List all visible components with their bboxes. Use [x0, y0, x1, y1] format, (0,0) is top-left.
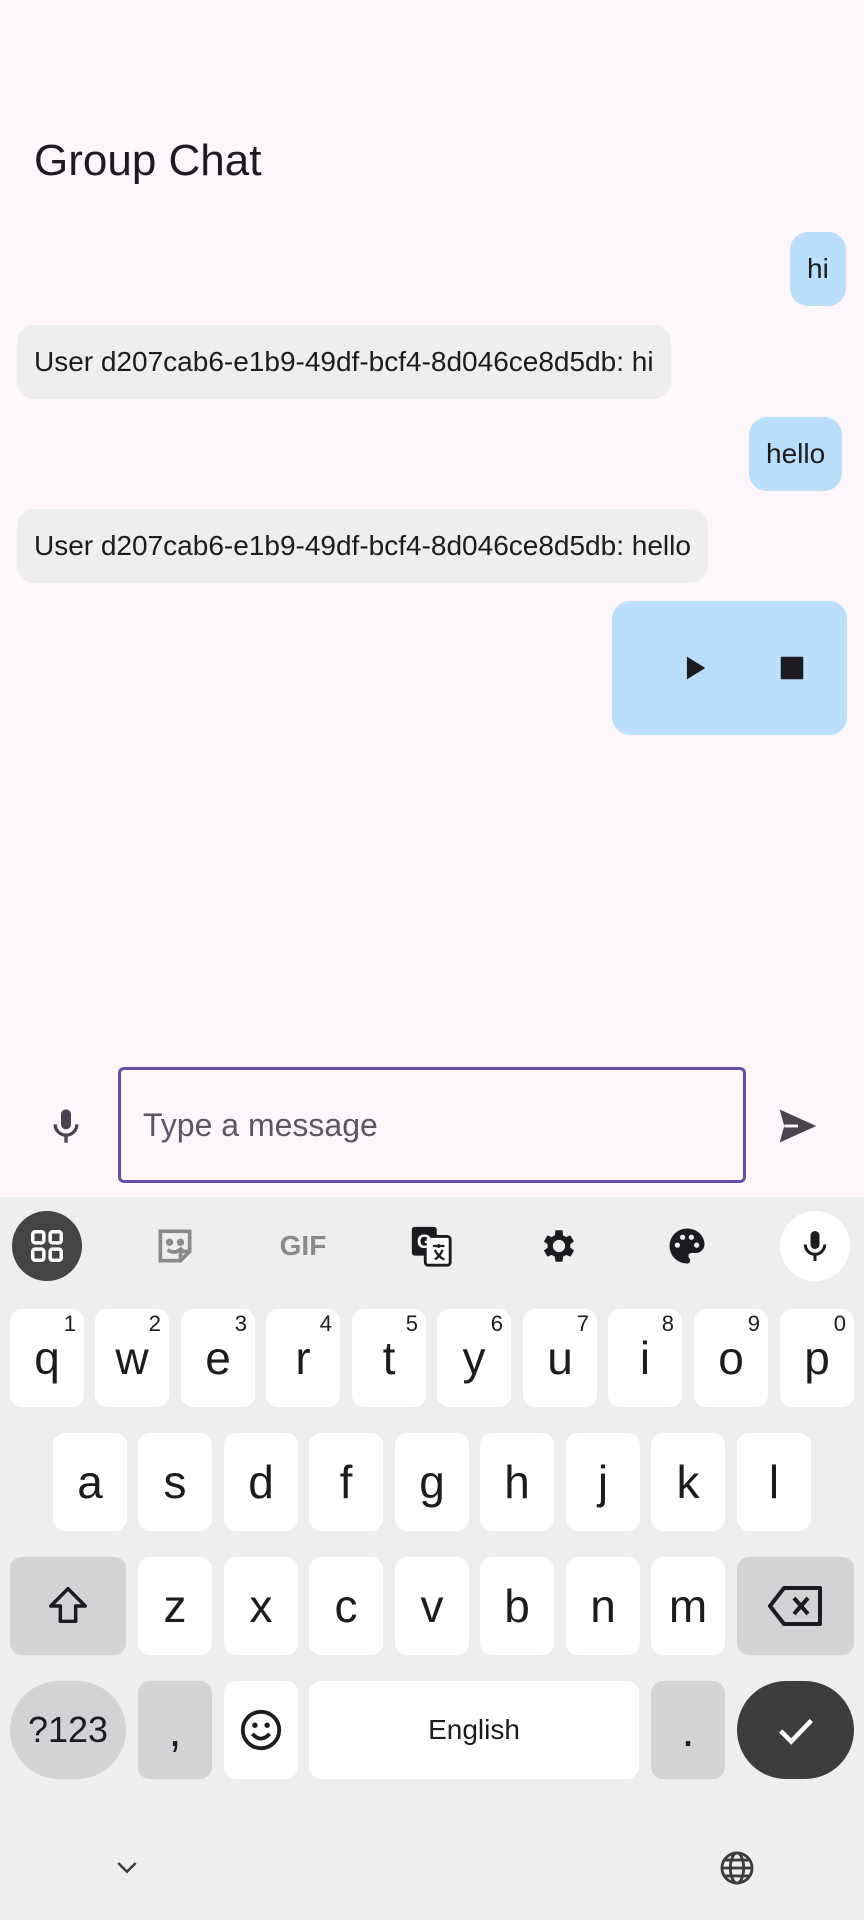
- apps-grid-icon: [31, 1230, 63, 1262]
- key-y[interactable]: y6: [437, 1309, 511, 1407]
- key-b[interactable]: b: [480, 1557, 554, 1655]
- page-title: Group Chat: [34, 136, 262, 185]
- key-t[interactable]: t5: [352, 1309, 426, 1407]
- message-bubble-incoming: User d207cab6-e1b9-49df-bcf4-8d046ce8d5d…: [17, 509, 708, 583]
- key-u[interactable]: u7: [523, 1309, 597, 1407]
- key-n[interactable]: n: [566, 1557, 640, 1655]
- key-m[interactable]: m: [651, 1557, 725, 1655]
- palette-icon: [669, 1228, 705, 1264]
- svg-text:G: G: [417, 1232, 432, 1253]
- hide-keyboard-button[interactable]: [102, 1848, 152, 1888]
- emoji-key[interactable]: [224, 1681, 298, 1779]
- key-e[interactable]: e3: [181, 1309, 255, 1407]
- backspace-key[interactable]: [737, 1557, 854, 1655]
- voice-input-button[interactable]: [780, 1211, 850, 1281]
- key-s[interactable]: s: [138, 1433, 212, 1531]
- space-key[interactable]: English: [309, 1681, 639, 1779]
- key-q[interactable]: q1: [10, 1309, 84, 1407]
- key-f[interactable]: f: [309, 1433, 383, 1531]
- shift-key[interactable]: [10, 1557, 126, 1655]
- key-l[interactable]: l: [737, 1433, 811, 1531]
- apps-grid-button[interactable]: [12, 1211, 82, 1281]
- key-v[interactable]: v: [395, 1557, 469, 1655]
- key-z[interactable]: z: [138, 1557, 212, 1655]
- emoji-icon: [240, 1709, 282, 1751]
- key-w[interactable]: w2: [95, 1309, 169, 1407]
- translate-icon: G: [411, 1226, 452, 1267]
- audio-message-bubble: [612, 601, 847, 735]
- key-a[interactable]: a: [53, 1433, 127, 1531]
- voice-record-button[interactable]: [40, 1100, 92, 1152]
- sticker-icon: [158, 1229, 192, 1263]
- mic-icon: [53, 1109, 79, 1143]
- comma-key[interactable]: ,: [138, 1681, 212, 1779]
- stop-button[interactable]: [762, 638, 822, 698]
- globe-icon: [720, 1851, 754, 1885]
- message-bubble-outgoing: hi: [790, 232, 846, 306]
- send-button[interactable]: [768, 1096, 828, 1156]
- key-i[interactable]: i8: [608, 1309, 682, 1407]
- key-c[interactable]: c: [309, 1557, 383, 1655]
- gif-label: GIF: [279, 1230, 327, 1261]
- chevron-down-icon: [117, 1862, 137, 1874]
- theme-button[interactable]: [652, 1211, 722, 1281]
- period-key[interactable]: .: [651, 1681, 725, 1779]
- enter-key[interactable]: [737, 1681, 854, 1779]
- settings-icon: [543, 1230, 575, 1262]
- key-x[interactable]: x: [224, 1557, 298, 1655]
- message-input[interactable]: [118, 1067, 746, 1183]
- language-switch-button[interactable]: [712, 1845, 762, 1891]
- play-button[interactable]: [664, 638, 724, 698]
- backspace-icon: [767, 1586, 822, 1626]
- shift-icon: [49, 1587, 87, 1624]
- stop-icon: [780, 656, 804, 680]
- voice-input-icon: [803, 1231, 827, 1261]
- key-r[interactable]: r4: [266, 1309, 340, 1407]
- message-bubble-outgoing: hello: [749, 417, 843, 491]
- key-o[interactable]: o9: [694, 1309, 768, 1407]
- send-icon: [779, 1109, 817, 1143]
- checkmark-icon: [778, 1718, 813, 1745]
- play-icon: [686, 656, 706, 680]
- gif-button[interactable]: GIF: [268, 1211, 338, 1281]
- symbols-key[interactable]: ?123: [10, 1681, 126, 1779]
- key-p[interactable]: p0: [780, 1309, 854, 1407]
- key-g[interactable]: g: [395, 1433, 469, 1531]
- message-bubble-incoming: User d207cab6-e1b9-49df-bcf4-8d046ce8d5d…: [17, 325, 671, 399]
- key-h[interactable]: h: [480, 1433, 554, 1531]
- key-j[interactable]: j: [566, 1433, 640, 1531]
- on-screen-keyboard: GIF G q1 w2 e3 r4 t5 y6 u7 i8 o9 p 0 a s…: [0, 1197, 864, 1920]
- message-composer: [0, 1060, 864, 1190]
- sticker-button[interactable]: [140, 1211, 210, 1281]
- translate-button[interactable]: G: [396, 1211, 466, 1281]
- key-d[interactable]: d: [224, 1433, 298, 1531]
- key-k[interactable]: k: [651, 1433, 725, 1531]
- keyboard-settings-button[interactable]: [524, 1211, 594, 1281]
- chat-screen: Group Chat hi User d207cab6-e1b9-49df-bc…: [0, 0, 864, 1197]
